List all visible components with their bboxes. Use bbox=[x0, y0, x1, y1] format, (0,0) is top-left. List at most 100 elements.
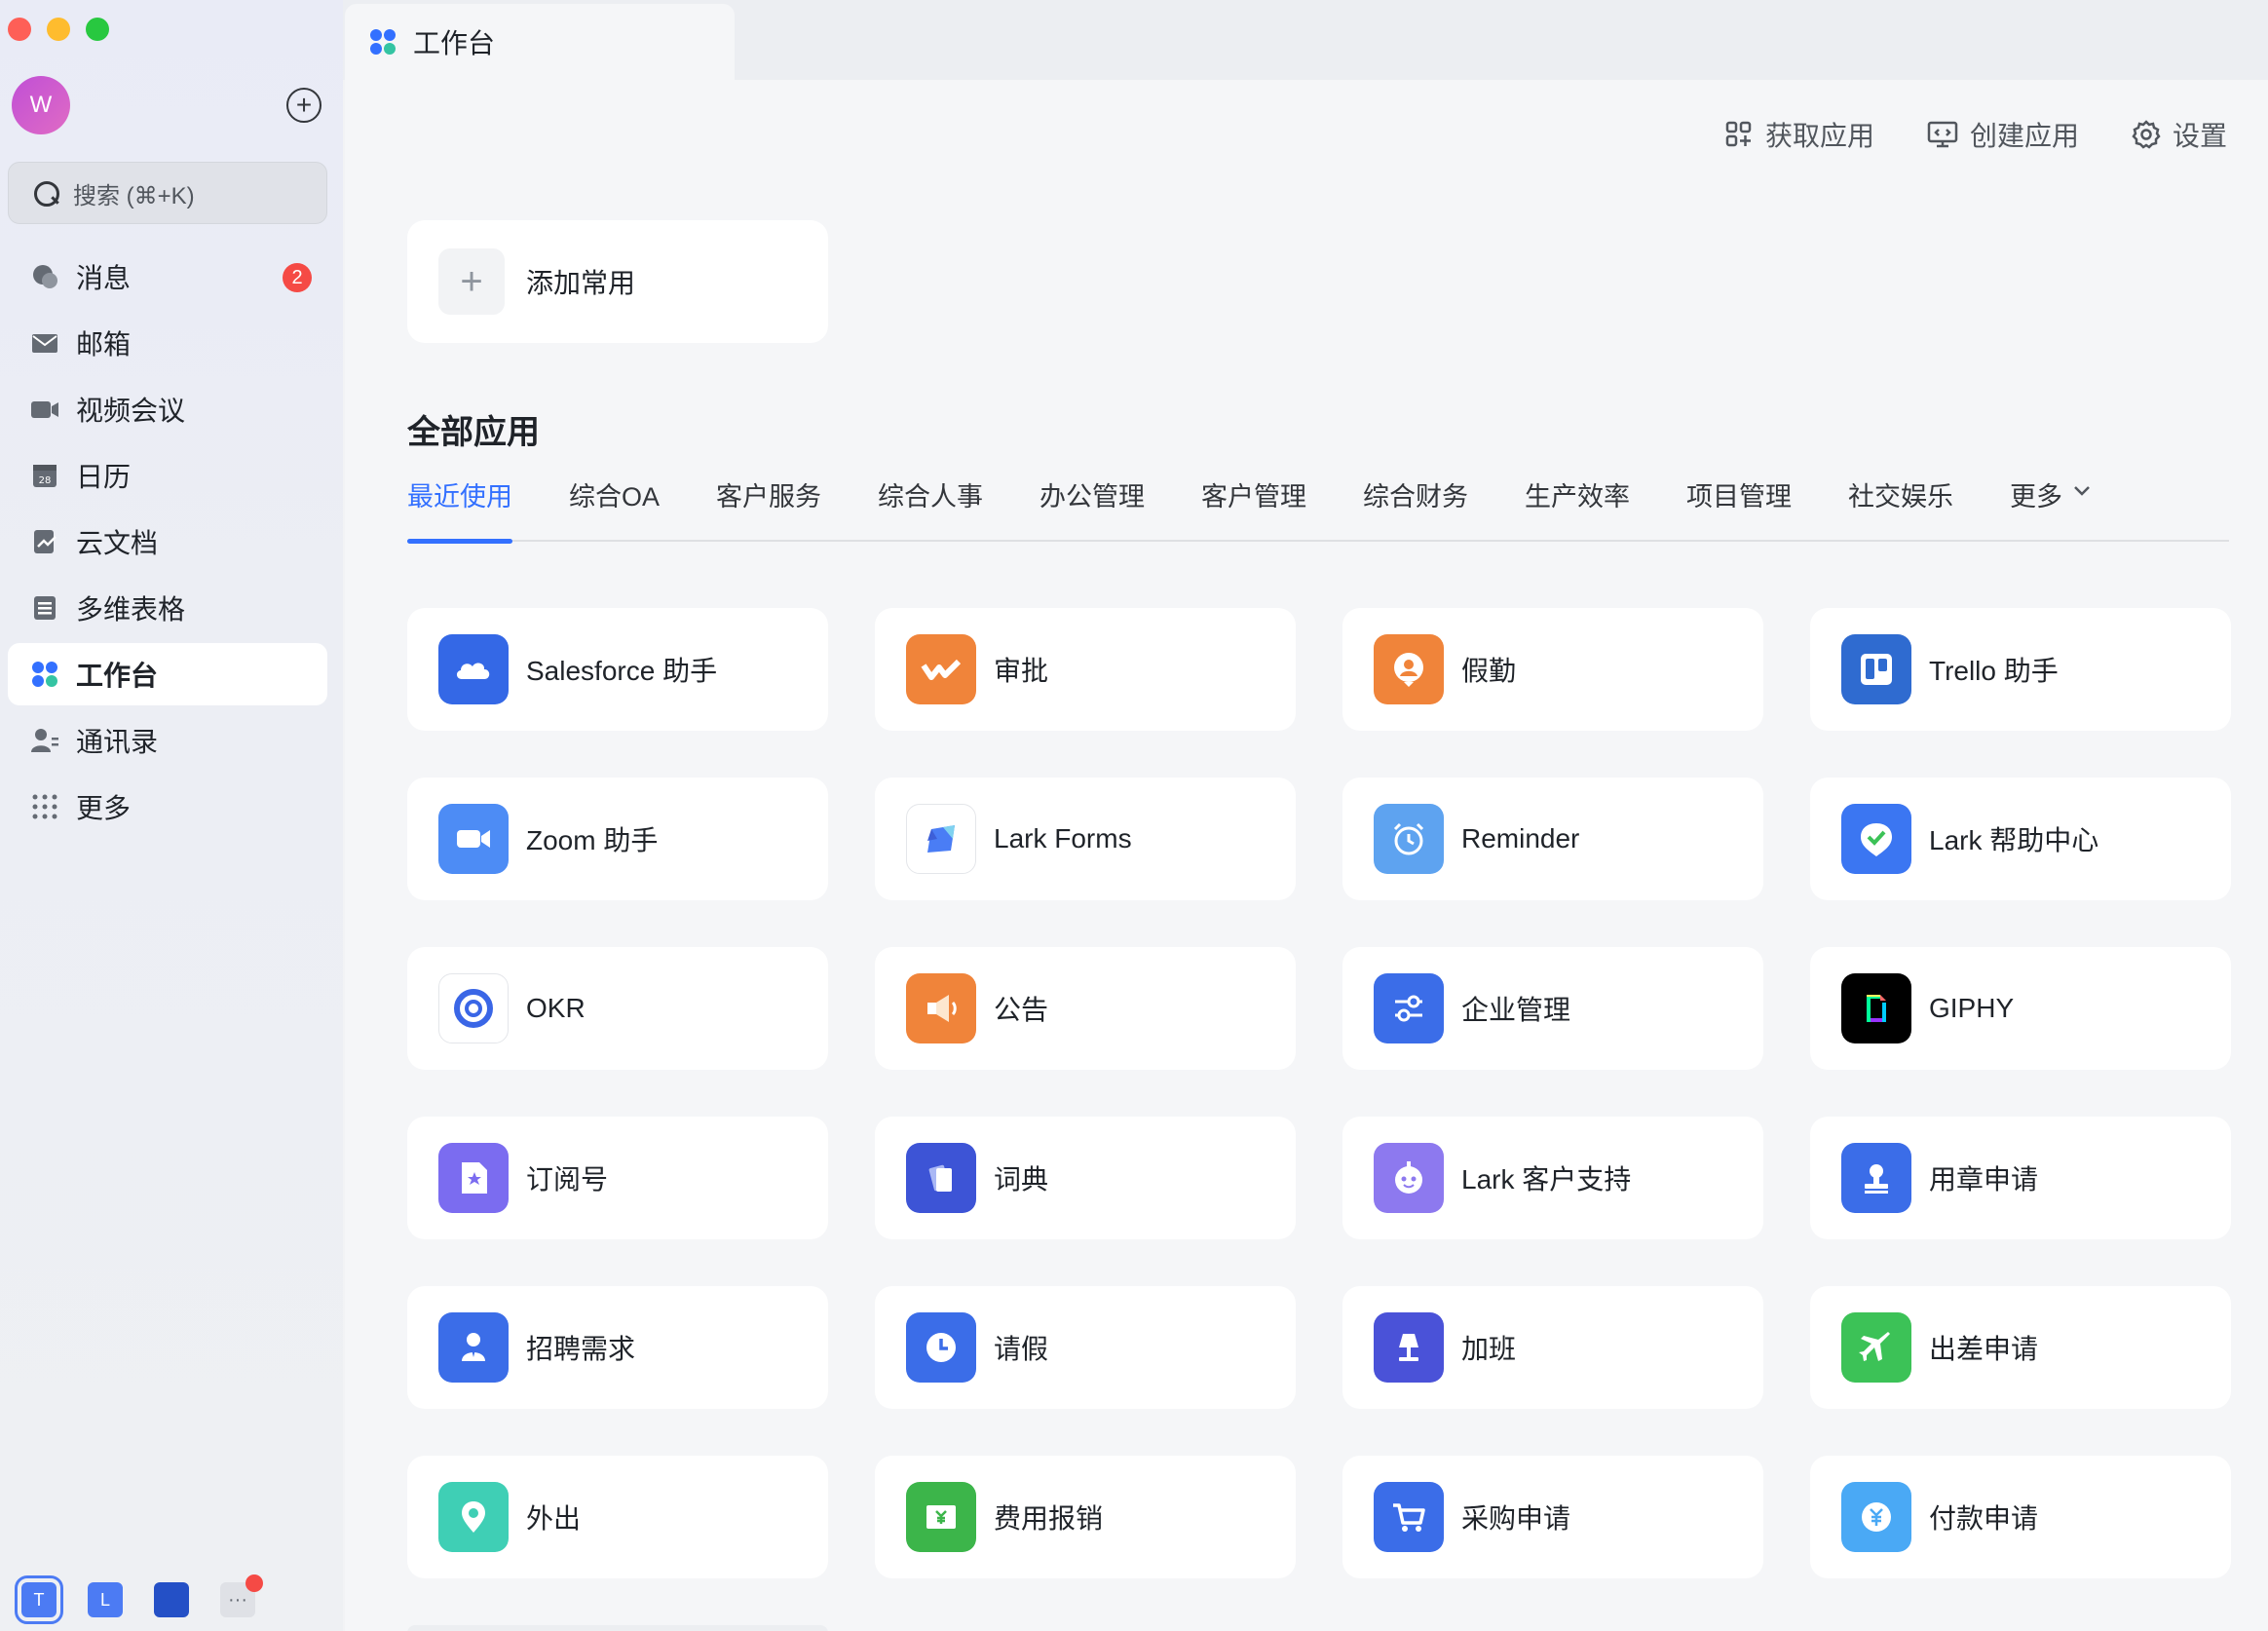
app-card[interactable]: 企业管理 bbox=[1342, 947, 1763, 1070]
plus-icon: + bbox=[295, 90, 313, 120]
app-card[interactable]: 请假 bbox=[875, 1286, 1296, 1409]
app-card[interactable]: 外出 bbox=[407, 1456, 828, 1578]
sidebar-item-video-meeting[interactable]: 视频会议 bbox=[8, 378, 327, 440]
trello-icon bbox=[1841, 634, 1911, 704]
create-app-button[interactable]: 创建应用 bbox=[1927, 115, 2079, 154]
reimburse-icon bbox=[906, 1482, 976, 1552]
airplane-icon bbox=[1841, 1312, 1911, 1383]
sidebar-item-workplace[interactable]: 工作台 bbox=[8, 643, 327, 705]
tab-workplace[interactable]: 工作台 bbox=[345, 4, 735, 80]
app-name: 词典 bbox=[994, 1164, 1049, 1195]
approval-icon bbox=[906, 634, 976, 704]
app-name: Trello 助手 bbox=[1929, 656, 2059, 686]
dictionary-icon bbox=[906, 1143, 976, 1213]
workplace-icon bbox=[370, 29, 396, 55]
app-card[interactable]: 采购申请 bbox=[1342, 1456, 1763, 1578]
sidebar-item-base[interactable]: 多维表格 bbox=[8, 577, 327, 639]
app-card[interactable]: 公告 bbox=[875, 947, 1296, 1070]
add-favorite-label: 添加常用 bbox=[526, 268, 636, 298]
app-card[interactable]: Zoom 助手 bbox=[407, 778, 828, 900]
sidebar-item-messages[interactable]: 消息 2 bbox=[8, 246, 327, 308]
search-icon bbox=[32, 179, 59, 207]
sidebar-item-label: 视频会议 bbox=[76, 396, 186, 426]
overtime-lamp-icon bbox=[1374, 1312, 1444, 1383]
app-card[interactable]: 审批 bbox=[875, 608, 1296, 731]
tenant-blue[interactable] bbox=[154, 1582, 189, 1617]
cloud-doc-icon bbox=[29, 526, 60, 557]
app-card[interactable]: Salesforce 助手 bbox=[407, 608, 828, 731]
app-name: 付款申请 bbox=[1929, 1503, 2039, 1534]
app-card[interactable]: 招聘需求 bbox=[407, 1286, 828, 1409]
search-input[interactable]: 搜索 (⌘+K) bbox=[8, 162, 327, 224]
tab-crm[interactable]: 客户管理 bbox=[1201, 468, 1306, 542]
tenant-more-button[interactable]: ··· bbox=[220, 1574, 263, 1617]
tab-customer-service[interactable]: 客户服务 bbox=[716, 468, 821, 542]
app-card[interactable]: 假勤 bbox=[1342, 608, 1763, 731]
okr-target-icon bbox=[438, 973, 509, 1043]
app-card[interactable]: GIPHY bbox=[1810, 947, 2231, 1070]
app-card[interactable]: 出差申请 bbox=[1810, 1286, 2231, 1409]
sidebar-item-contacts[interactable]: 通讯录 bbox=[8, 709, 327, 772]
recruit-person-icon bbox=[438, 1312, 509, 1383]
create-new-button[interactable]: + bbox=[286, 88, 321, 123]
minimize-window-button[interactable] bbox=[47, 18, 70, 41]
tab-office-admin[interactable]: 办公管理 bbox=[1040, 468, 1145, 542]
app-card[interactable]: Lark 客户支持 bbox=[1342, 1117, 1763, 1239]
video-camera-icon bbox=[29, 394, 60, 425]
app-grid: Salesforce 助手 审批 假勤 Trello 助手 Zoom 助手 La… bbox=[407, 608, 2231, 1578]
app-name: 招聘需求 bbox=[526, 1334, 636, 1364]
tab-more-label: 更多 bbox=[2010, 482, 2063, 512]
app-name: 外出 bbox=[526, 1503, 582, 1534]
app-name: 订阅号 bbox=[526, 1164, 609, 1195]
sidebar-item-docs[interactable]: 云文档 bbox=[8, 511, 327, 573]
tenant-t[interactable]: T bbox=[15, 1575, 63, 1624]
tab-more[interactable]: 更多 bbox=[2010, 468, 2092, 542]
salesforce-cloud-icon bbox=[438, 634, 509, 704]
table-icon bbox=[29, 592, 60, 624]
unread-badge: 2 bbox=[283, 263, 312, 292]
tab-productivity[interactable]: 生产效率 bbox=[1525, 468, 1630, 542]
tab-social[interactable]: 社交娱乐 bbox=[1848, 468, 1953, 542]
notification-dot bbox=[246, 1574, 263, 1592]
settings-button[interactable]: 设置 bbox=[2132, 115, 2227, 154]
sidebar-item-more[interactable]: 更多 bbox=[8, 776, 327, 838]
tenant-l[interactable]: L bbox=[88, 1582, 123, 1617]
add-favorite-button[interactable]: + 添加常用 bbox=[407, 220, 828, 343]
alarm-clock-icon bbox=[1374, 804, 1444, 874]
tab-recent[interactable]: 最近使用 bbox=[407, 468, 512, 544]
app-card[interactable]: 付款申请 bbox=[1810, 1456, 2231, 1578]
sidebar-item-label: 更多 bbox=[76, 793, 132, 823]
app-card[interactable]: Reminder bbox=[1342, 778, 1763, 900]
monitor-code-icon bbox=[1927, 121, 1958, 148]
close-window-button[interactable] bbox=[8, 18, 31, 41]
tenant-switcher: T L ··· bbox=[15, 1574, 263, 1624]
get-apps-label: 获取应用 bbox=[1764, 121, 1874, 151]
location-pin-icon bbox=[438, 1482, 509, 1552]
app-name: GIPHY bbox=[1929, 993, 2015, 1023]
chevron-down-icon bbox=[2074, 486, 2090, 496]
get-apps-button[interactable]: 获取应用 bbox=[1724, 115, 1874, 154]
app-card[interactable]: Lark 帮助中心 bbox=[1810, 778, 2231, 900]
shopping-cart-icon bbox=[1374, 1482, 1444, 1552]
tab-oa[interactable]: 综合OA bbox=[569, 468, 660, 542]
leave-clock-icon bbox=[906, 1312, 976, 1383]
more-dots-icon: ··· bbox=[228, 1588, 247, 1611]
app-card[interactable]: OKR bbox=[407, 947, 828, 1070]
app-name: OKR bbox=[526, 993, 586, 1023]
app-card[interactable]: 词典 bbox=[875, 1117, 1296, 1239]
sidebar-item-calendar[interactable]: 28 日历 bbox=[8, 444, 327, 507]
app-card[interactable]: 订阅号 bbox=[407, 1117, 828, 1239]
avatar[interactable]: W bbox=[12, 76, 70, 134]
sidebar-item-label: 日历 bbox=[76, 462, 132, 492]
app-card[interactable]: 用章申请 bbox=[1810, 1117, 2231, 1239]
app-card[interactable]: Lark Forms bbox=[875, 778, 1296, 900]
app-name: 用章申请 bbox=[1929, 1164, 2039, 1195]
tab-hr[interactable]: 综合人事 bbox=[878, 468, 983, 542]
app-card[interactable]: Trello 助手 bbox=[1810, 608, 2231, 731]
tab-project[interactable]: 项目管理 bbox=[1686, 468, 1792, 542]
app-card[interactable]: 加班 bbox=[1342, 1286, 1763, 1409]
zoom-window-button[interactable] bbox=[86, 18, 109, 41]
tab-finance[interactable]: 综合财务 bbox=[1363, 468, 1468, 542]
sidebar-item-mail[interactable]: 邮箱 bbox=[8, 312, 327, 374]
app-card[interactable]: 费用报销 bbox=[875, 1456, 1296, 1578]
